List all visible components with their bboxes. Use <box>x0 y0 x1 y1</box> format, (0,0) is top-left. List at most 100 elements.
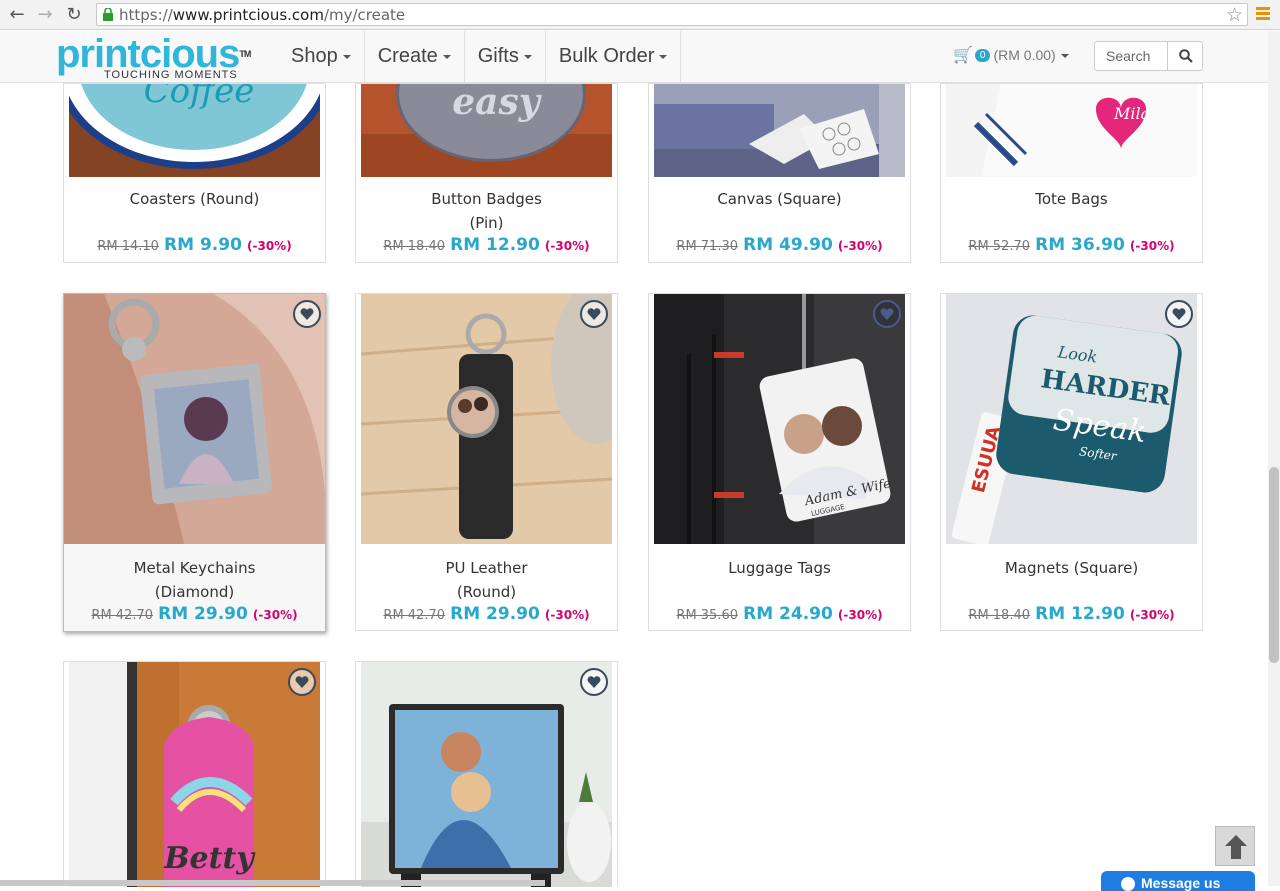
discount-badge: (-30%) <box>252 608 298 622</box>
product-card[interactable] <box>355 661 618 887</box>
search-button[interactable] <box>1167 42 1203 70</box>
forward-icon[interactable]: → <box>34 4 56 26</box>
search-input[interactable]: Search <box>1106 48 1150 64</box>
product-card[interactable]: Metal Keychains (Diamond) RM 42.70 RM 29.… <box>63 293 326 632</box>
product-card[interactable]: Mila Tote Bags RM 52.70 RM 36.90 (-30%) <box>940 83 1203 263</box>
sale-price: RM 49.90 <box>743 235 833 255</box>
product-card[interactable]: Coffee Coasters (Round) RM 14.10 RM 9.90… <box>63 83 326 263</box>
price-row: RM 42.70 RM 29.90 (-30%) <box>356 604 617 624</box>
sale-price: RM 12.90 <box>450 235 540 255</box>
messenger-label: Message us <box>1141 875 1221 891</box>
nav-gifts-label: Gifts <box>477 45 519 67</box>
wishlist-heart-icon[interactable] <box>288 668 316 696</box>
main-nav: Shop Create Gifts Bulk Order <box>278 31 682 82</box>
wishlist-heart-icon[interactable] <box>1165 300 1193 328</box>
url-path: /my/create <box>323 6 406 24</box>
search-box[interactable]: Search <box>1094 41 1203 71</box>
product-card[interactable]: Canvas (Square) RM 71.30 RM 49.90 (-30%) <box>648 83 911 263</box>
price-row: RM 71.30 RM 49.90 (-30%) <box>649 235 910 255</box>
product-image[interactable]: Coffee <box>69 84 320 177</box>
browser-menu-icon[interactable] <box>1256 7 1270 23</box>
wishlist-heart-icon[interactable] <box>873 300 901 328</box>
old-price: RM 18.40 <box>383 239 446 254</box>
price-row: RM 18.40 RM 12.90 (-30%) <box>941 604 1202 624</box>
price-row: RM 35.60 RM 24.90 (-30%) <box>649 604 910 624</box>
product-image[interactable] <box>361 294 612 544</box>
nav-bulk-order[interactable]: Bulk Order <box>546 31 682 82</box>
product-image[interactable] <box>654 84 905 177</box>
cart-total: (RM 0.00) <box>993 47 1056 63</box>
product-image[interactable] <box>64 294 325 544</box>
sale-price: RM 9.90 <box>164 235 242 255</box>
back-icon[interactable]: ← <box>6 4 28 26</box>
site-header: printciousTM TOUCHING MOMENTS Shop Creat… <box>0 31 1268 83</box>
badge-text: easy <box>452 84 541 123</box>
cart-icon: 🛒 <box>953 47 973 64</box>
price-row: RM 42.70 RM 29.90 (-30%) <box>64 604 325 624</box>
nav-create[interactable]: Create <box>365 31 465 82</box>
price-row: RM 52.70 RM 36.90 (-30%) <box>941 235 1202 255</box>
logo[interactable]: printciousTM TOUCHING MOMENTS <box>56 34 251 81</box>
old-price: RM 71.30 <box>676 239 739 254</box>
logo-tm: TM <box>239 49 251 59</box>
horizontal-scrollbar[interactable] <box>0 880 545 886</box>
wishlist-heart-icon[interactable] <box>580 668 608 696</box>
product-card[interactable]: ESUUA Look HARDER Speak Softer Magnets (Squa… <box>940 293 1203 631</box>
discount-badge: (-30%) <box>544 239 590 253</box>
product-image[interactable]: easy <box>361 84 612 177</box>
cart-dropdown[interactable]: 🛒 0 (RM 0.00) <box>953 45 1069 65</box>
discount-badge: (-30%) <box>544 608 590 622</box>
product-name[interactable]: Tote Bags <box>941 187 1202 211</box>
product-name[interactable]: Metal Keychains (Diamond) <box>64 556 325 604</box>
sale-price: RM 29.90 <box>158 604 248 624</box>
caret-down-icon <box>342 54 351 59</box>
product-name[interactable]: Canvas (Square) <box>649 187 910 211</box>
url-scheme: https:// <box>119 6 173 24</box>
messenger-chat-button[interactable]: Message us <box>1101 871 1255 891</box>
product-image[interactable]: ESUUA Look HARDER Speak Softer <box>946 294 1197 544</box>
wishlist-heart-icon[interactable] <box>293 300 321 328</box>
discount-badge: (-30%) <box>1129 239 1175 253</box>
product-name[interactable]: Magnets (Square) <box>941 556 1202 580</box>
product-card[interactable]: PU Leather (Round) RM 42.70 RM 29.90 (-30… <box>355 293 618 631</box>
product-image[interactable]: Adam & Wife LUGGAGE <box>654 294 905 544</box>
product-image[interactable]: Mila <box>946 84 1197 177</box>
nav-shop[interactable]: Shop <box>278 31 365 82</box>
sale-price: RM 12.90 <box>1035 604 1125 624</box>
product-image[interactable] <box>361 662 612 887</box>
product-name[interactable]: PU Leather (Round) <box>356 556 617 604</box>
product-name[interactable]: Coasters (Round) <box>64 187 325 211</box>
discount-badge: (-30%) <box>1129 608 1175 622</box>
product-name[interactable]: Button Badges (Pin) <box>356 187 617 235</box>
product-image[interactable]: Betty <box>69 662 320 887</box>
caret-down-icon <box>442 54 451 59</box>
url-text: https://www.printcious.com/my/create <box>119 6 405 24</box>
url-host: www.printcious.com <box>172 6 324 24</box>
old-price: RM 42.70 <box>91 608 154 623</box>
price-row: RM 18.40 RM 12.90 (-30%) <box>356 235 617 255</box>
product-card[interactable]: Betty <box>63 661 326 887</box>
cart-count-badge: 0 <box>974 49 991 62</box>
product-card[interactable]: easy Button Badges (Pin) RM 18.40 RM 12.9… <box>355 83 618 263</box>
old-price: RM 14.10 <box>97 239 159 254</box>
discount-badge: (-30%) <box>247 239 292 253</box>
wishlist-heart-icon[interactable] <box>580 300 608 328</box>
nav-shop-label: Shop <box>291 45 338 67</box>
old-price: RM 35.60 <box>676 608 739 623</box>
tote-text: Mila <box>1113 104 1150 123</box>
browser-toolbar: ← → ↻ https://www.printcious.com/my/crea… <box>0 0 1280 30</box>
nav-gifts[interactable]: Gifts <box>465 31 546 82</box>
back-to-top-button[interactable] <box>1215 826 1255 866</box>
scrollbar-thumb[interactable] <box>1269 467 1279 663</box>
vertical-scrollbar[interactable] <box>1268 31 1280 886</box>
reload-icon[interactable]: ↻ <box>63 4 85 26</box>
nav-create-label: Create <box>377 45 438 67</box>
price-row: RM 14.10 RM 9.90 (-30%) <box>64 235 325 255</box>
old-price: RM 18.40 <box>968 608 1031 623</box>
product-name[interactable]: Luggage Tags <box>649 556 910 580</box>
product-card[interactable]: Adam & Wife LUGGAGE Luggage Tags RM 35.60… <box>648 293 911 631</box>
sale-price: RM 24.90 <box>743 604 833 624</box>
messenger-icon <box>1121 877 1135 891</box>
bookmark-star-icon[interactable]: ☆ <box>1226 4 1243 26</box>
address-bar[interactable]: https://www.printcious.com/my/create ☆ <box>96 3 1248 26</box>
